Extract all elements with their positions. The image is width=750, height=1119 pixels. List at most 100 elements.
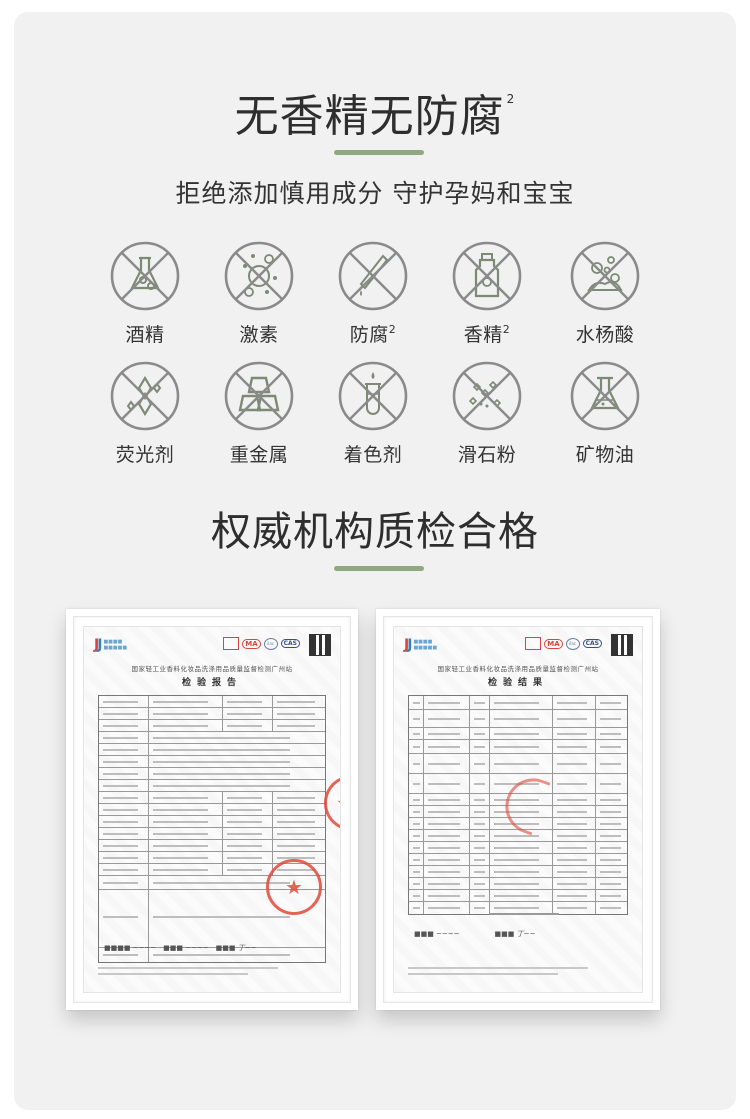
ingredient-name: 重金属 (229, 444, 289, 466)
doc-table-row (99, 816, 325, 828)
report-table (98, 695, 326, 963)
certificate-frame-report: JJ ■■■■ ■■■■■ MA ilac CAS 国家轻工业香料化妆品洗涤用品质量… (66, 609, 358, 1010)
doc-table-cell (223, 816, 274, 827)
doc-table-row (409, 740, 627, 754)
doc-table-cell (424, 754, 471, 773)
doc-table-cell (596, 854, 627, 865)
doc-table-cell (99, 744, 149, 755)
doc-table-cell (409, 806, 425, 817)
free-from-label: 水杨酸 (545, 320, 665, 347)
doc-table-cell (409, 842, 425, 853)
free-from-item: 水杨酸 (545, 240, 665, 347)
doc-table-cell (149, 768, 325, 779)
footer-text-line (98, 967, 278, 969)
free-from-item: 重金属 (199, 360, 319, 467)
doc-table-cell (424, 806, 471, 817)
doc-table-cell (470, 854, 490, 865)
doc-table-cell (99, 792, 149, 803)
doc-table-row (409, 890, 627, 902)
doc-table-cell (596, 740, 627, 753)
doc-table-cell (149, 696, 224, 707)
doc-table-cell (409, 794, 425, 805)
doc-table-cell (424, 866, 471, 877)
doc-heading: 检验报告 (181, 678, 242, 688)
doc-table-cell (470, 754, 490, 773)
doc-table-cell (424, 710, 471, 727)
qr-code-icon (309, 634, 331, 656)
free-from-label: 矿物油 (545, 440, 665, 467)
cnas-badge-icon: CAS (280, 639, 300, 648)
doc-table-row (409, 728, 627, 740)
bubbles-prohibited-icon (569, 240, 641, 312)
inspection-results-document: JJ ■■■■ ■■■■■ MA ilac CAS 国家轻工业香料化妆品洗涤用品质量… (393, 626, 643, 993)
doc-table-row (99, 732, 325, 744)
test-tube-prohibited-icon (337, 360, 409, 432)
doc-table-cell (149, 708, 224, 719)
qr-code-icon (611, 634, 633, 656)
doc-organization: 国家轻工业香料化妆品洗涤用品质量监督检测广州站 (131, 665, 293, 673)
free-from-label: 着色剂 (313, 440, 433, 467)
virus-prohibited-icon (223, 240, 295, 312)
doc-table-cell (99, 732, 149, 743)
cma-badge-icon: MA (242, 638, 261, 649)
doc-table-row (409, 866, 627, 878)
doc-table-cell (553, 866, 597, 877)
doc-table-cell (470, 696, 490, 709)
free-from-item: 酒精 (85, 240, 205, 347)
section-subtitle: 拒绝添加慎用成分 守护孕妈和宝宝 (175, 179, 575, 208)
flask-prohibited-icon (109, 240, 181, 312)
doc-table-cell (99, 720, 149, 731)
doc-table-cell (596, 728, 627, 739)
doc-table-cell (424, 774, 471, 793)
free-from-label: 香精2 (427, 320, 547, 347)
doc-table-row (99, 804, 325, 816)
doc-table-cell (553, 890, 597, 901)
doc-table-cell (596, 890, 627, 901)
doc-table-cell (596, 830, 627, 841)
doc-table-cell (149, 780, 325, 791)
doc-heading: 检验结果 (487, 678, 548, 688)
ilac-badge-icon: ilac (565, 637, 580, 650)
section-title-free-from: 无香精无防腐 2 (0, 80, 750, 144)
doc-table-cell (149, 732, 325, 743)
free-from-label: 激素 (199, 320, 319, 347)
doc-table-row (99, 696, 325, 708)
ingredient-name: 滑石粉 (457, 444, 517, 466)
footer-text-line (98, 973, 248, 975)
doc-table-cell (470, 890, 490, 901)
doc-table-cell (273, 696, 325, 707)
doc-table-cell (99, 852, 149, 863)
doc-table-cell (470, 774, 490, 793)
doc-table-cell (470, 842, 490, 853)
footnote-marker: 2 (388, 323, 397, 336)
doc-table-cell (553, 794, 597, 805)
doc-table-cell (99, 804, 149, 815)
doc-table-cell (99, 828, 149, 839)
doc-table-cell (273, 840, 325, 851)
footnote-marker: 2 (502, 323, 511, 336)
doc-table-cell (470, 806, 490, 817)
doc-table-cell (223, 708, 274, 719)
free-from-label: 荧光剂 (85, 440, 205, 467)
doc-table-cell (99, 708, 149, 719)
doc-table-cell (424, 728, 471, 739)
doc-table-cell (409, 866, 425, 877)
doc-table-cell (596, 866, 627, 877)
doc-table-cell (553, 806, 597, 817)
doc-table-cell (223, 840, 274, 851)
official-stamp: ★ (266, 859, 322, 915)
doc-table-cell (223, 852, 274, 863)
doc-table-cell (553, 754, 597, 773)
doc-table-row (99, 828, 325, 840)
ingredient-name: 防腐 (349, 324, 389, 346)
doc-table-row (99, 756, 325, 768)
doc-table-cell (424, 740, 471, 753)
metal-bars-prohibited-icon (223, 360, 295, 432)
doc-table-cell (99, 816, 149, 827)
doc-table-cell (470, 878, 490, 889)
dropper-prohibited-icon (337, 240, 409, 312)
doc-table-cell (273, 720, 325, 731)
doc-table-cell (409, 728, 425, 739)
doc-table-cell (490, 878, 553, 889)
doc-table-cell (596, 710, 627, 727)
